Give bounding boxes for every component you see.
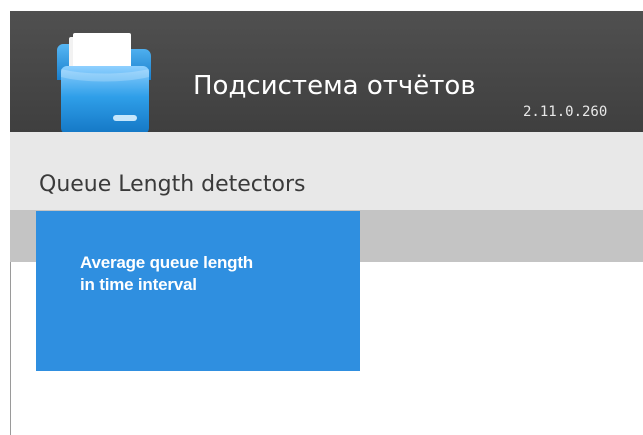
section-title: Queue Length detectors xyxy=(39,172,306,197)
left-margin xyxy=(0,0,10,435)
app-version: 2.11.0.260 xyxy=(523,104,608,120)
folder-icon xyxy=(57,33,151,133)
app-title: Подсистема отчётов xyxy=(193,71,476,101)
report-tile-average-queue-length[interactable]: Average queue length in time interval xyxy=(36,211,360,371)
report-tile-label: Average queue length in time interval xyxy=(80,253,253,294)
report-subsystem-page: Подсистема отчётов 2.11.0.260 Queue Leng… xyxy=(0,0,643,435)
